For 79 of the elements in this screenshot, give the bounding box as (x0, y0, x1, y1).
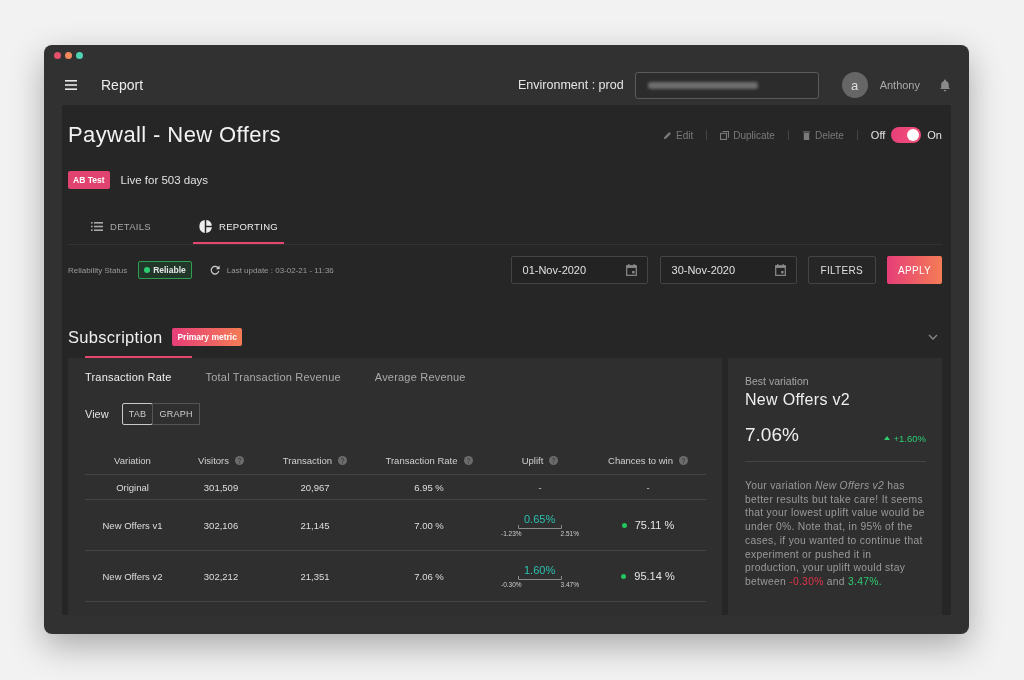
reliability-label: Reliability Status (68, 265, 128, 275)
rate-cell: 6.95 % (414, 481, 444, 493)
toggle-switch[interactable] (891, 127, 922, 143)
primary-metric-badge: Primary metric (172, 328, 242, 346)
transaction-cell: 21,145 (300, 519, 330, 531)
copy-icon (720, 130, 730, 140)
test-type-badge: AB Test (68, 171, 110, 189)
rate-cell: 7.00 % (414, 519, 444, 531)
transaction-cell: 21,351 (300, 570, 330, 582)
pencil-icon (663, 130, 672, 140)
recommendation-text: Your variation New Offers v2 has better results but take care! It seems that your lowest uplift value would be under 0%. Note that, in 95% of the cases, if you wanted to continue that experiment or pushed it in production, your uplift would stay between -0.30% and 3.47%. (745, 479, 926, 589)
interval-bracket-drawing (517, 576, 562, 580)
column-header: Transaction Rate (385, 454, 458, 466)
help-icon[interactable] (463, 455, 473, 465)
user-name[interactable]: Anthony (879, 79, 920, 91)
variation-cell: New Offers v2 (102, 570, 163, 582)
rate-cell: 7.06 % (414, 570, 444, 582)
best-variation-name: New Offers v2 (745, 391, 851, 409)
visitors-cell: 302,106 (203, 519, 239, 531)
list-icon (91, 221, 103, 231)
calendar-icon[interactable] (625, 264, 637, 276)
column-header: Visitors (198, 454, 229, 466)
off-label: Off (870, 129, 886, 141)
view-option[interactable]: GRAPH (152, 403, 200, 425)
uplift-value: 1.60% (523, 564, 556, 576)
interval-bracket-drawing (517, 525, 562, 529)
visitors-cell: 302,212 (203, 570, 239, 582)
variation-cell: New Offers v1 (102, 519, 163, 531)
chances-cell: 95.14 % (634, 570, 675, 583)
menu-icon[interactable] (65, 80, 77, 90)
experiment-title: Paywall - New Offers (68, 122, 281, 148)
column-header: Chances to win (608, 454, 673, 466)
filters-button[interactable]: FILTERS (807, 256, 876, 284)
column-header: Transaction (282, 454, 333, 466)
page-title: Report (101, 77, 144, 93)
on-label: On (927, 129, 942, 141)
calendar-icon[interactable] (774, 264, 786, 276)
environment-label: Environment : prod (518, 78, 624, 92)
window-close-icon[interactable] (54, 51, 61, 59)
column-header: Variation (114, 454, 151, 466)
window-maximize-icon[interactable] (76, 51, 83, 59)
apply-button[interactable]: APPLY (887, 256, 942, 284)
variation-cell: Original (116, 481, 149, 493)
uplift-value: 0.65% (523, 513, 556, 525)
help-icon[interactable] (235, 455, 244, 465)
reporting-tab[interactable]: REPORTING (193, 210, 284, 244)
chances-cell: 75.11 % (634, 519, 675, 532)
live-duration: Live for 503 days (120, 174, 209, 186)
best-variation-uplift: +1.60% (893, 432, 926, 444)
view-label: View (85, 408, 109, 420)
metric-tab[interactable]: Average Revenue (374, 371, 466, 383)
account-field[interactable] (634, 71, 819, 99)
bell-icon[interactable] (939, 78, 951, 92)
column-header: Uplift (521, 454, 544, 466)
transaction-cell: 20,967 (300, 481, 330, 493)
status-dot-icon (144, 267, 151, 273)
chances-cell: - (646, 481, 650, 493)
help-icon[interactable] (678, 455, 688, 465)
trash-icon (801, 130, 811, 140)
help-icon[interactable] (338, 455, 348, 465)
view-option[interactable]: TAB (121, 403, 154, 425)
pie-chart-icon (199, 219, 212, 233)
metric-tab[interactable]: Total Transaction Revenue (205, 371, 341, 383)
end-date-field[interactable]: 30-Nov-2020 (659, 256, 797, 284)
visitors-cell: 301,509 (203, 481, 239, 493)
details-tab[interactable]: DETAILS (85, 210, 157, 244)
last-update: Last update : 03-02-21 - 11:36 (226, 265, 334, 275)
metric-tab[interactable]: Transaction Rate (85, 371, 172, 383)
chevron-down-icon[interactable] (928, 334, 938, 340)
user-avatar[interactable]: a (841, 72, 868, 98)
refresh-icon[interactable] (209, 265, 220, 275)
section-title: Subscription (68, 327, 163, 347)
reliability-badge: Reliable (138, 261, 192, 279)
help-icon[interactable] (549, 455, 559, 465)
best-variation-rate: 7.06% (745, 424, 799, 446)
window-minimize-icon[interactable] (65, 51, 72, 59)
uplift-value: - (538, 481, 542, 493)
best-variation-label: Best variation (745, 375, 810, 387)
start-date-field[interactable]: 01-Nov-2020 (510, 256, 648, 284)
